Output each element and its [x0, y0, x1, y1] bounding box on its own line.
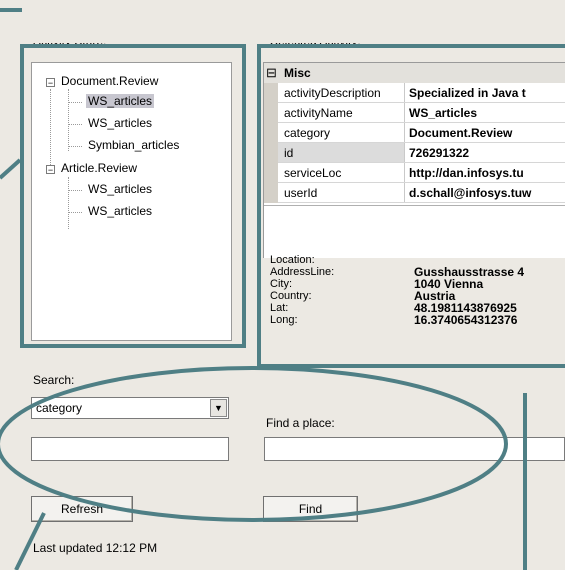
search-field-selected: category — [36, 401, 83, 415]
search-input[interactable] — [31, 437, 229, 461]
annotation-arrow-tree — [0, 158, 22, 180]
search-field-select[interactable]: category ▼ — [31, 397, 229, 419]
last-updated-status: Last updated 12:12 PM — [33, 541, 158, 555]
find-button[interactable]: Find — [263, 496, 358, 522]
chevron-down-icon[interactable]: ▼ — [210, 399, 227, 417]
annotation-box-details — [257, 44, 565, 368]
place-input[interactable] — [264, 437, 565, 461]
search-label: Search: — [33, 373, 75, 387]
annotation-box-tree — [20, 44, 246, 348]
find-a-place-label: Find a place: — [266, 416, 335, 430]
refresh-button[interactable]: Refresh — [31, 496, 133, 522]
